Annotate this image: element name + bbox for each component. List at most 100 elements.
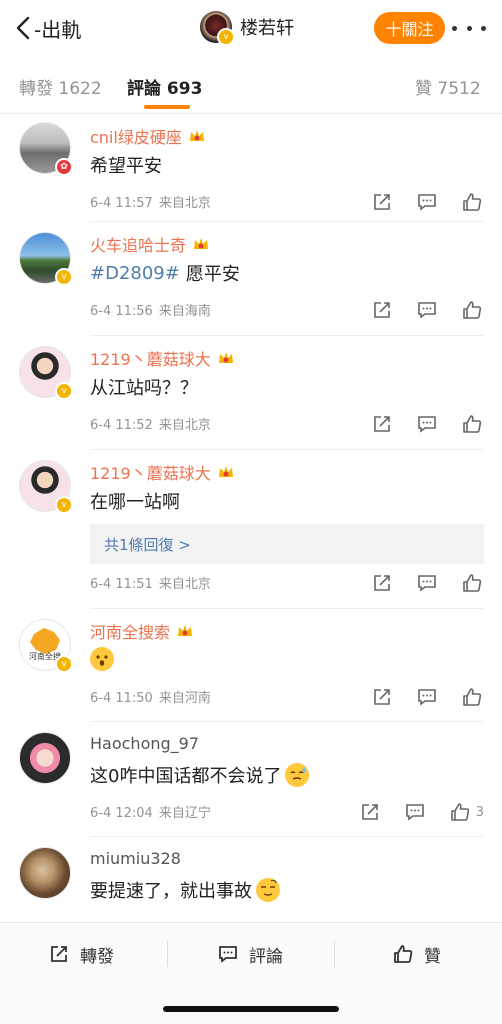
comment-time: 6-4 12:04 — [90, 806, 153, 821]
surprised-emoji-icon — [90, 647, 114, 671]
verified-icon: v — [217, 28, 235, 46]
follow-button[interactable]: 十關注 — [374, 12, 445, 44]
share-icon[interactable] — [358, 800, 382, 824]
share-icon[interactable] — [370, 571, 394, 595]
comment-item: Haochong_97 这0咋中国话都不会说了 6-4 12:04 来自辽宁 3 — [0, 722, 502, 837]
back-label: -出軌 — [34, 17, 82, 42]
separator — [167, 941, 168, 967]
share-icon[interactable] — [370, 412, 394, 436]
comment-source: 来自北京 — [158, 418, 211, 433]
comment-icon[interactable] — [415, 190, 439, 214]
like-icon[interactable] — [460, 571, 484, 595]
share-icon[interactable] — [370, 298, 394, 322]
comment-actions — [349, 571, 484, 595]
avatar[interactable]: v — [19, 346, 73, 400]
more-options-icon[interactable] — [452, 18, 486, 38]
comment-text: 要提速了，就出事故 — [90, 877, 280, 903]
comment-text: #D2809# 愿平安 — [90, 262, 240, 286]
dizzy-emoji-icon — [256, 878, 280, 902]
comment-item: v 1219丶蘑菇球大 从江站吗？？ 6-4 11:52 来自北京 — [0, 336, 502, 450]
topic-tag-link[interactable]: #D2809# — [90, 263, 180, 284]
comment-username[interactable]: 河南全搜索 — [90, 619, 194, 643]
home-indicator — [163, 1006, 339, 1012]
comment-text: 希望平安 — [90, 156, 162, 177]
comment-username[interactable]: 1219丶蘑菇球大 — [90, 460, 235, 484]
share-icon[interactable] — [370, 685, 394, 709]
comment-meta: 6-4 11:51 来自北京 — [90, 573, 211, 592]
comment-username[interactable]: 1219丶蘑菇球大 — [90, 346, 235, 370]
comment-actions — [349, 190, 484, 214]
post-author[interactable]: v 楼若轩 — [200, 11, 294, 46]
share-icon[interactable] — [370, 190, 394, 214]
like-button[interactable]: 贊 — [392, 939, 441, 969]
avatar[interactable]: v — [19, 460, 73, 514]
crown-badge-icon — [194, 238, 209, 249]
comment-username[interactable]: 火车追哈士奇 — [90, 232, 210, 256]
comment-icon[interactable] — [415, 685, 439, 709]
comment-icon[interactable] — [415, 571, 439, 595]
avatar[interactable]: 河南全搜 v — [19, 619, 73, 673]
avatar[interactable]: v — [19, 232, 73, 286]
like-icon[interactable] — [460, 412, 484, 436]
crown-badge-icon — [218, 352, 233, 363]
comment-item: ✿ cnil绿皮硬座 希望平安 6-4 11:57 来自北京 — [0, 114, 502, 222]
comment-source: 来自辽宁 — [158, 806, 211, 821]
comment-source: 来自海南 — [158, 304, 211, 319]
comment-meta: 6-4 11:56 来自海南 — [90, 300, 211, 319]
comment-time: 6-4 11:50 — [90, 691, 153, 706]
tab-bar: 轉發 1622 評論 693 贊 7512 — [0, 56, 502, 114]
tab-like[interactable]: 贊 7512 — [415, 74, 481, 99]
verified-icon: v — [55, 655, 73, 673]
comment-time: 6-4 11:51 — [90, 577, 153, 592]
like-count: 3 — [475, 804, 484, 820]
tab-comment[interactable]: 評論 693 — [127, 74, 202, 99]
comment-label: 評論 — [249, 946, 283, 967]
verified-icon: v — [55, 496, 73, 514]
comment-actions — [349, 298, 484, 322]
comment-time: 6-4 11:52 — [90, 418, 153, 433]
avatar[interactable] — [19, 732, 71, 784]
avatar[interactable]: ✿ — [19, 122, 73, 176]
crown-badge-icon — [189, 130, 204, 141]
crown-badge-icon — [218, 466, 233, 477]
like-icon[interactable] — [460, 190, 484, 214]
like-icon — [394, 945, 413, 963]
tab-repost[interactable]: 轉發 1622 — [19, 74, 102, 99]
comment-time: 6-4 11:56 — [90, 304, 153, 319]
repost-label: 轉發 — [80, 946, 114, 967]
comment-button[interactable]: 評論 — [217, 939, 283, 969]
flag-badge-icon: ✿ — [55, 158, 73, 176]
comment-source: 来自河南 — [158, 691, 211, 706]
view-replies-link[interactable]: 共1條回復 > — [90, 524, 484, 564]
avatar[interactable] — [19, 847, 71, 899]
comment-username[interactable]: Haochong_97 — [90, 734, 199, 753]
comment-meta: 6-4 11:52 来自北京 — [90, 414, 211, 433]
like-icon[interactable] — [460, 298, 484, 322]
sweat-emoji-icon — [285, 763, 310, 787]
repost-button[interactable]: 轉發 — [48, 939, 114, 969]
author-avatar[interactable]: v — [200, 11, 235, 46]
comment-meta: 6-4 11:57 来自北京 — [90, 192, 211, 211]
like-icon[interactable] — [448, 800, 472, 824]
comment-username[interactable]: cnil绿皮硬座 — [90, 124, 206, 148]
comment-text: 从江站吗？？ — [90, 378, 198, 399]
back-button[interactable]: -出軌 — [14, 12, 81, 44]
share-icon — [51, 946, 67, 962]
top-nav-bar: -出軌 v 楼若轩 十關注 — [0, 0, 502, 56]
comment-icon — [219, 946, 237, 963]
like-label: 贊 — [424, 946, 441, 967]
comment-meta: 6-4 11:50 来自河南 — [90, 687, 211, 706]
comment-item: v 1219丶蘑菇球大 在哪一站啊 共1條回復 > 6-4 11:51 来自北京 — [0, 450, 502, 609]
like-icon[interactable] — [460, 685, 484, 709]
comment-item: miumiu328 要提速了，就出事故 — [0, 837, 502, 917]
separator — [334, 941, 335, 967]
comment-actions — [349, 412, 484, 436]
chevron-left-icon — [16, 16, 30, 40]
comment-icon[interactable] — [415, 298, 439, 322]
crown-badge-icon — [178, 625, 193, 636]
comment-icon[interactable] — [415, 412, 439, 436]
comment-time: 6-4 11:57 — [90, 196, 153, 211]
comment-item: v 火车追哈士奇 #D2809# 愿平安 6-4 11:56 来自海南 — [0, 222, 502, 336]
comment-username[interactable]: miumiu328 — [90, 849, 181, 868]
comment-icon[interactable] — [403, 800, 427, 824]
